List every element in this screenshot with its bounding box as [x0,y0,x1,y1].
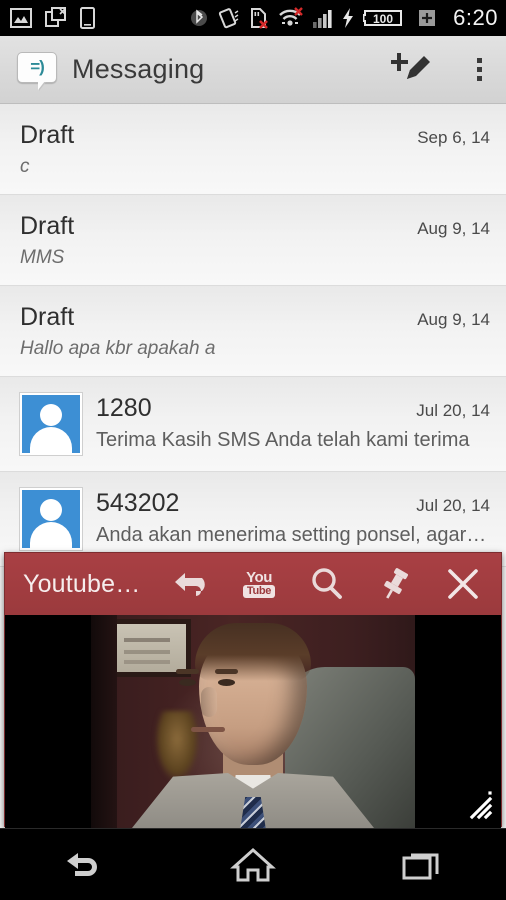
video-left-shadow [91,615,117,828]
thread-date: Aug 9, 14 [417,310,490,329]
thread-content: 1280 Jul 20, 14 Terima Kasih SMS Anda te… [96,393,490,452]
thread-header: Draft Aug 9, 14 [20,303,490,332]
video-brow-left [176,669,199,674]
thread-preview: c [20,156,30,177]
app-bar-actions [389,47,492,92]
floating-youtube-window[interactable]: Youtube… You Tube [4,552,502,828]
thread-title: 543202 [96,489,180,517]
video-hair [195,623,311,681]
thread-title: Draft [20,303,75,331]
video-letterbox-left [5,615,91,828]
device-icon [80,7,95,29]
youtube-logo-top: You [246,568,272,586]
svg-text:100: 100 [373,12,393,26]
table-row[interactable]: Draft Sep 6, 14 c [0,104,506,195]
nav-recents-button[interactable] [377,835,467,895]
copy-failed-icon [45,7,66,27]
system-navigation-bar [0,828,506,900]
conversation-list: Draft Sep 6, 14 c Draft Aug 9, 14 MMS Dr… [0,104,506,567]
nav-home-button[interactable] [208,835,298,895]
status-bar-right-icons: 100 6:20 [191,7,498,29]
thread-preview: Hallo apa kbr apakah a [20,338,216,359]
new-message-pencil-icon[interactable] [389,47,433,92]
back-icon[interactable] [169,562,213,606]
screenshot-icon [10,8,32,28]
thread-header: Draft Aug 9, 14 [20,212,490,241]
thread-title: 1280 [96,394,152,422]
video-plant [155,711,199,781]
video-brow-right [215,669,238,674]
thread-header: Draft Sep 6, 14 [20,121,490,150]
battery-icon: 100 [363,10,403,26]
messaging-smiley-glyph: =) [30,57,45,76]
avatar [20,488,82,550]
thread-date: Aug 9, 14 [417,219,490,238]
thread-content: Draft Aug 9, 14 Hallo apa kbr apakah a [20,302,490,360]
rotation-lock-icon [219,8,239,29]
thread-header: 1280 Jul 20, 14 [96,394,490,423]
pin-icon[interactable] [373,562,417,606]
bluetooth-icon [191,9,208,26]
page-title: Messaging [72,54,205,84]
thread-title: Draft [20,212,75,240]
close-icon[interactable] [441,562,485,606]
thread-date: Sep 6, 14 [417,128,490,147]
app-bar: =) Messaging [0,36,506,104]
wifi-error-icon [279,7,304,26]
thread-content: Draft Aug 9, 14 MMS [20,211,490,269]
resize-handle-icon[interactable] [463,790,493,820]
youtube-logo-bottom: Tube [242,584,276,598]
status-bar: 100 6:20 [0,0,506,36]
nav-back-button[interactable] [39,835,129,895]
video-eye-left [179,679,196,686]
search-icon[interactable] [305,562,349,606]
status-bar-clock: 6:20 [453,5,498,30]
table-row[interactable]: 1280 Jul 20, 14 Terima Kasih SMS Anda te… [0,377,506,472]
thread-preview: Anda akan menerima setting ponsel, agar… [96,524,487,546]
messaging-smiley-icon: =) [14,50,60,90]
thread-content: Draft Sep 6, 14 c [20,120,490,178]
floating-window-titlebar[interactable]: Youtube… You Tube [5,553,501,615]
video-player-surface[interactable] [5,615,501,828]
video-nose [201,687,217,717]
signal-bars-icon [313,10,332,28]
thread-date: Jul 20, 14 [416,496,490,515]
floating-window-title: Youtube… [23,569,141,598]
charging-bolt-icon [343,8,354,28]
youtube-logo-icon[interactable]: You Tube [237,562,281,606]
status-bar-left-icons [10,7,95,29]
video-eye-right [218,679,235,686]
table-row[interactable]: Draft Aug 9, 14 Hallo apa kbr apakah a [0,286,506,377]
thread-content: 543202 Jul 20, 14 Anda akan menerima set… [96,488,490,547]
overflow-menu-icon[interactable] [467,54,492,85]
avatar [20,393,82,455]
thread-preview: Terima Kasih SMS Anda telah kami terima [96,429,470,451]
table-row[interactable]: Draft Aug 9, 14 MMS [0,195,506,286]
thread-preview: MMS [20,247,65,268]
sd-card-error-icon [251,8,269,29]
thread-date: Jul 20, 14 [416,401,490,420]
thread-header: 543202 Jul 20, 14 [96,489,490,518]
phone-screen: 100 6:20 =) Messaging Draft Sep 6, 14 c … [0,0,506,900]
battery-plus-icon [419,10,436,26]
floating-window-actions: You Tube [169,562,485,606]
video-mouth [191,727,225,732]
thread-title: Draft [20,121,75,149]
